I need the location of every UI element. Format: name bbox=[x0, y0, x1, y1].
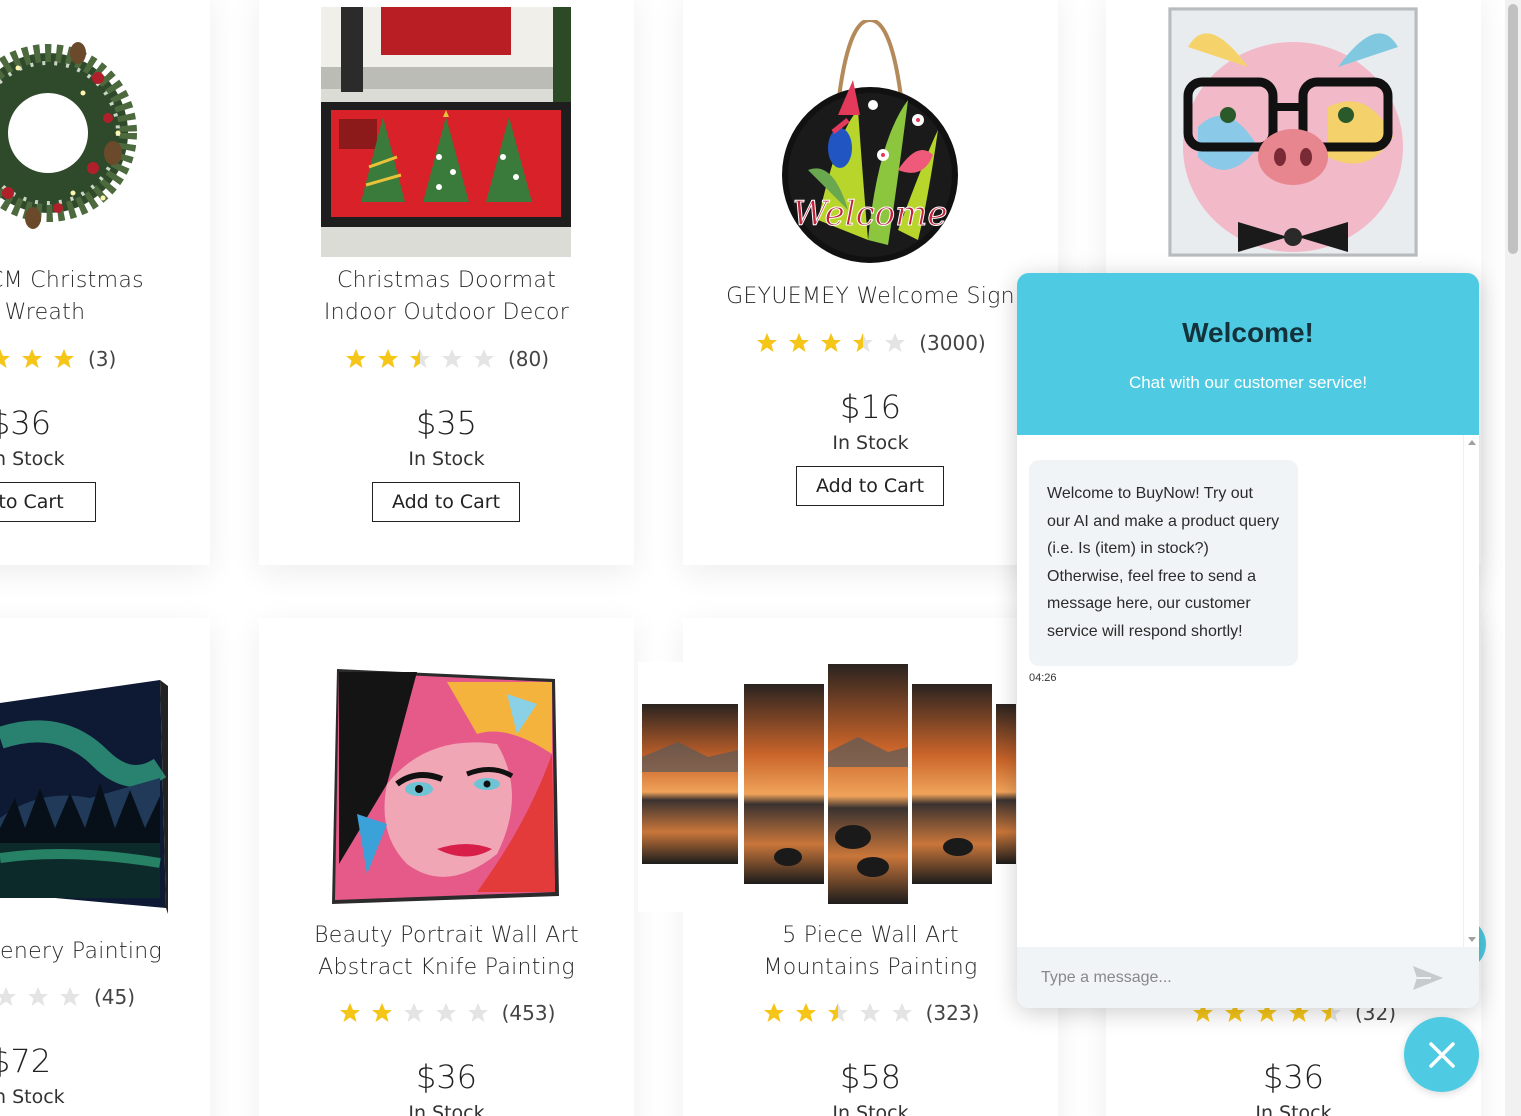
product-price: $36 bbox=[415, 1058, 478, 1096]
chat-input-bar bbox=[1017, 947, 1479, 1008]
star-empty-icon bbox=[0, 987, 16, 1006]
star-icon bbox=[757, 333, 778, 352]
star-icon bbox=[763, 1003, 784, 1022]
star-half-icon bbox=[409, 349, 430, 368]
close-icon bbox=[1428, 1041, 1455, 1068]
star-empty-icon bbox=[467, 1003, 488, 1022]
send-icon[interactable] bbox=[1411, 964, 1445, 992]
star-empty-icon bbox=[859, 1003, 880, 1022]
star-icon bbox=[795, 1003, 816, 1022]
product-rating: (323) bbox=[683, 998, 1058, 1028]
product-image[interactable] bbox=[327, 664, 567, 909]
product-title[interactable]: Beauty Portrait Wall Art Abstract Knife … bbox=[259, 920, 634, 984]
star-icon bbox=[22, 349, 42, 368]
star-icon bbox=[821, 333, 842, 352]
message-input[interactable] bbox=[1041, 968, 1401, 987]
star-empty-icon bbox=[473, 349, 494, 368]
star-empty-icon bbox=[435, 1003, 456, 1022]
star-empty-icon bbox=[403, 1003, 424, 1022]
product-price: $72 bbox=[0, 1042, 52, 1080]
chat-widget: Welcome! Chat with our customer service!… bbox=[1017, 273, 1479, 1008]
product-image[interactable] bbox=[0, 678, 168, 923]
chat-scrollbar[interactable] bbox=[1463, 435, 1479, 947]
stock-status: In Stock bbox=[1255, 1102, 1332, 1116]
chat-message-bubble: Welcome to BuyNow! Try out our AI and ma… bbox=[1029, 460, 1298, 666]
product-title[interactable]: 5 Piece Wall Art Mountains Painting bbox=[683, 920, 1058, 984]
product-rating: (80) bbox=[259, 344, 634, 374]
star-empty-icon bbox=[885, 333, 906, 352]
product-rating: (3) bbox=[0, 344, 210, 374]
chat-header: Welcome! Chat with our customer service! bbox=[1017, 273, 1479, 435]
star-empty-icon bbox=[891, 1003, 912, 1022]
product-image[interactable]: Welcome bbox=[778, 20, 963, 270]
product-price: $58 bbox=[839, 1058, 902, 1096]
message-timestamp: 04:26 bbox=[1029, 672, 1057, 684]
stock-status: n Stock bbox=[0, 1086, 65, 1108]
product-card: enery Painting (45) $72 n Stock bbox=[0, 618, 210, 1116]
product-card: Beauty Portrait Wall Art Abstract Knife … bbox=[259, 618, 634, 1116]
star-empty-icon bbox=[60, 987, 80, 1006]
product-card: Christmas Doormat Indoor Outdoor Decor (… bbox=[259, 0, 634, 565]
star-icon bbox=[371, 1003, 392, 1022]
stock-status: In Stock bbox=[832, 432, 909, 454]
add-to-cart-button[interactable]: Add to Cart bbox=[372, 482, 520, 522]
product-image[interactable] bbox=[638, 662, 1016, 912]
chat-subtitle: Chat with our customer service! bbox=[1128, 373, 1368, 392]
review-count: (3) bbox=[88, 347, 117, 371]
star-icon bbox=[339, 1003, 360, 1022]
product-image[interactable] bbox=[1168, 7, 1418, 257]
stock-status: In Stock bbox=[408, 1102, 485, 1116]
product-title[interactable]: CM Christmas r Wreath bbox=[0, 265, 210, 329]
product-price: $35 bbox=[415, 404, 478, 442]
add-to-cart-button[interactable]: d to Cart bbox=[0, 482, 96, 522]
product-rating: (45) bbox=[0, 982, 210, 1012]
stock-status: In Stock bbox=[832, 1102, 909, 1116]
add-to-cart-button[interactable]: Add to Cart bbox=[796, 466, 944, 506]
product-card: 5 Piece Wall Art Mountains Painting (323… bbox=[638, 618, 1058, 1116]
chat-title: Welcome! bbox=[1182, 317, 1314, 348]
review-count: (453) bbox=[501, 1001, 556, 1025]
scrollbar-thumb[interactable] bbox=[1508, 4, 1518, 254]
product-title[interactable]: GEYUEMEY Welcome Sign bbox=[683, 281, 1058, 313]
stock-status: In Stock bbox=[408, 448, 485, 470]
svg-text:Welcome: Welcome bbox=[792, 194, 947, 234]
product-image[interactable] bbox=[321, 7, 571, 257]
review-count: (3000) bbox=[919, 331, 986, 355]
scroll-up-icon[interactable] bbox=[1468, 440, 1476, 445]
scroll-down-icon[interactable] bbox=[1468, 937, 1476, 942]
stock-status: n Stock bbox=[0, 448, 65, 470]
review-count: (323) bbox=[925, 1001, 980, 1025]
star-icon bbox=[345, 349, 366, 368]
product-title[interactable]: Christmas Doormat Indoor Outdoor Decor bbox=[259, 265, 634, 329]
star-icon bbox=[54, 349, 74, 368]
product-price: $16 bbox=[839, 388, 902, 426]
star-empty-icon bbox=[28, 987, 48, 1006]
product-title[interactable]: enery Painting bbox=[0, 936, 210, 968]
review-count: (80) bbox=[507, 347, 550, 371]
star-icon bbox=[789, 333, 810, 352]
product-price: $36 bbox=[0, 404, 52, 442]
product-rating: (3000) bbox=[683, 328, 1058, 358]
review-count: (45) bbox=[94, 985, 136, 1009]
product-card: CM Christmas r Wreath (3) $36 n Stock d … bbox=[0, 0, 210, 565]
star-icon bbox=[0, 349, 10, 368]
product-card: Welcome GEYUEMEY Welcome Sign (3000) $16… bbox=[683, 0, 1058, 565]
star-icon bbox=[377, 349, 398, 368]
product-image[interactable] bbox=[0, 8, 144, 253]
chat-messages: Welcome to BuyNow! Try out our AI and ma… bbox=[1017, 435, 1479, 947]
star-empty-icon bbox=[441, 349, 462, 368]
star-half-icon bbox=[853, 333, 874, 352]
product-rating: (453) bbox=[259, 998, 634, 1028]
star-half-icon bbox=[827, 1003, 848, 1022]
page-scrollbar[interactable] bbox=[1505, 0, 1521, 1116]
chat-close-button[interactable] bbox=[1404, 1017, 1479, 1092]
